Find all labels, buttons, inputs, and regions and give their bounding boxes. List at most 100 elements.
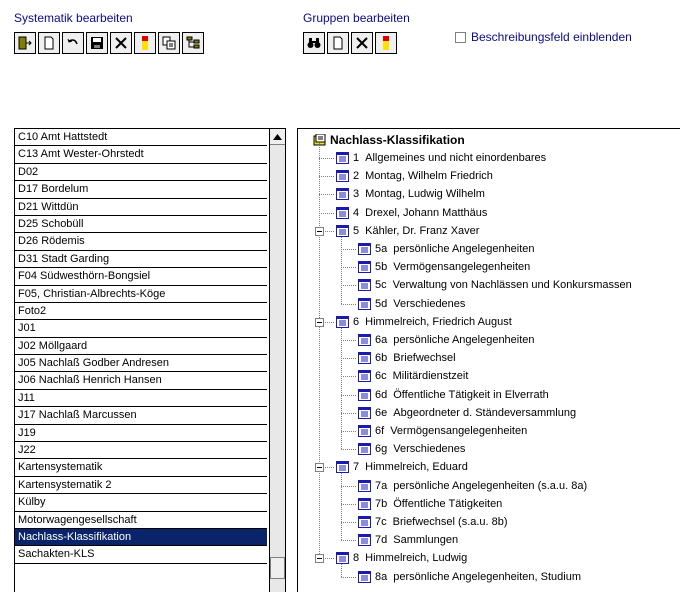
collapse-toggle[interactable] [315,317,324,327]
new-group-button[interactable] [327,32,349,54]
tree-node[interactable]: 6b Briefwechsel [358,349,456,367]
tree-node[interactable]: 7b Öffentliche Tätigkeiten [358,495,502,513]
list-item[interactable]: Foto2 [15,303,267,321]
collapse-toggle[interactable] [315,226,324,236]
list-item[interactable]: J01 [15,320,267,338]
list-item[interactable]: J11 [15,390,267,408]
save-button[interactable] [86,32,108,54]
tree-node[interactable]: 7c Briefwechsel (s.a.u. 8b) [358,513,508,531]
list-scrollbar[interactable] [269,129,285,592]
tree-node-label: persönliche Angelegenheiten [393,243,535,255]
tree-node[interactable]: 7 Himmelreich, Eduard [336,458,468,476]
collapse-toggle[interactable] [315,463,324,473]
tree-node[interactable]: 5b Vermögensangelegenheiten [358,258,530,276]
properties-button[interactable] [182,32,204,54]
delete-x-icon [356,37,368,49]
tree-connector [319,143,320,559]
tree-node[interactable]: 6 Himmelreich, Friedrich August [336,313,512,331]
tree-node[interactable]: 5 Kähler, Dr. Franz Xaver [336,222,479,240]
tree-node-number: 6e [375,406,388,419]
document-icon [358,570,371,583]
list-item[interactable]: Motorwagengesellschaft [15,512,267,529]
list-item[interactable]: Nachlass-Klassifikation [15,528,267,547]
list-item[interactable]: D25 Schobüll [15,216,267,234]
list-item[interactable]: D31 Stadt Garding [15,251,267,269]
tree-node[interactable]: 2 Montag, Wilhelm Friedrich [336,167,493,185]
tree-root[interactable]: Nachlass-Klassifikation [313,131,465,149]
scroll-thumb[interactable] [270,557,285,579]
tree-node[interactable]: 6d Öffentliche Tätigkeit in Elverrath [358,386,549,404]
list-item[interactable]: J02 Möllgaard [15,338,267,356]
tree-node[interactable]: 5d Verschiedenes [358,295,465,313]
document-icon [358,297,371,310]
exit-button[interactable] [14,32,36,54]
tree-connector [319,212,334,214]
description-field-toggle[interactable]: Beschreibungsfeld einblenden [455,30,632,44]
tree-node[interactable]: 8a persönliche Angelegenheiten, Studium [358,568,581,586]
tree-node[interactable]: 7a persönliche Angelegenheiten (s.a.u. 8a… [358,477,587,495]
list-item[interactable]: F05, Christian-Albrechts-Köge [15,286,267,303]
list-item[interactable]: J22 [15,442,267,460]
description-checkbox[interactable] [455,31,466,43]
copy-button[interactable] [158,32,180,54]
search-button[interactable] [303,32,325,54]
tree-node-number: 6g [375,443,388,456]
document-icon [358,406,371,419]
exit-door-icon [18,36,32,50]
collapse-toggle[interactable] [315,554,324,564]
tree-node[interactable]: 6e Abgeordneter d. Ständeversammlung [358,404,576,422]
group-color-button[interactable] [375,32,397,54]
arrow-up-icon [273,133,282,140]
list-item[interactable]: F04 Südwesthörn-Bongsiel [15,268,267,286]
list-item[interactable]: J19 [15,425,267,443]
color-button[interactable] [134,32,156,54]
tree-node[interactable]: 3 Montag, Ludwig Wilhelm [336,185,485,203]
tree-connector [341,340,356,341]
tree-node-number: 6b [375,352,388,365]
new-button[interactable] [38,32,60,54]
list-item[interactable]: D21 Wittdün [15,199,267,216]
tree-node[interactable]: 6f Vermögensangelegenheiten [358,422,527,440]
tree-node-label: Himmelreich, Friedrich August [365,315,512,328]
tree-node-label: Montag, Ludwig Wilhelm [365,188,485,201]
tree-node[interactable]: 6a persönliche Angelegenheiten [358,331,535,349]
tree-node-label: Briefwechsel [393,352,456,365]
tree-node[interactable]: 1 Allgemeines und nicht einordenbares [336,149,546,167]
list-item[interactable]: J06 Nachlaß Henrich Hansen [15,372,267,390]
document-icon [336,461,349,474]
gruppen-title: Gruppen bearbeiten [303,11,410,25]
list-item[interactable]: Kartensystematik 2 [15,477,267,495]
list-item[interactable]: J05 Nachlaß Godber Andresen [15,355,267,373]
list-item[interactable]: Kartensystematik [15,459,267,477]
list-item[interactable]: D26 Rödemis [15,233,267,251]
list-item[interactable]: J17 Nachlaß Marcussen [15,407,267,425]
tree-node[interactable]: 8 Himmelreich, Ludwig [336,549,467,567]
tree-node[interactable]: 6c Militärdienstzeit [358,367,468,385]
tree-node[interactable]: 7d Sammlungen [358,531,458,549]
list-item[interactable]: D02 [15,164,267,182]
systematik-list[interactable]: C10 Amt Hattstedt C13 Amt Wester-Ohrstedt… [14,128,286,592]
tree-node[interactable]: 6g Verschiedenes [358,440,465,458]
tree-node[interactable]: 4 Drexel, Johann Matthäus [336,204,487,222]
list-item[interactable]: C13 Amt Wester-Ohrstedt [15,146,267,164]
tree-node-number: 7d [375,534,388,547]
document-icon [336,315,349,328]
tree-node-number: 5b [375,261,388,274]
list-item[interactable]: C10 Amt Hattstedt [15,129,267,147]
list-item[interactable]: Külby [15,494,267,512]
undo-button[interactable] [62,32,84,54]
delete-x-icon [115,37,127,49]
delete-button[interactable] [110,32,132,54]
tree-connector [319,176,334,178]
tree-connector [341,431,356,432]
delete-group-button[interactable] [351,32,373,54]
list-item[interactable]: Sachakten-KLS [15,546,267,564]
scroll-up-button[interactable] [270,129,285,145]
tree-node[interactable]: 5a persönliche Angelegenheiten [358,240,535,258]
tree-node[interactable]: 5c Verwaltung von Nachlässen und Konkursm… [358,276,632,294]
document-icon [336,152,349,164]
list-item[interactable]: D17 Bordelum [15,181,267,199]
classification-tree[interactable]: Nachlass-Klassifikation 1 Allgemeines und… [297,128,680,592]
tree-node-label: Verwaltung von Nachlässen und Konkursmas… [392,279,632,292]
new-document-icon [333,36,343,50]
